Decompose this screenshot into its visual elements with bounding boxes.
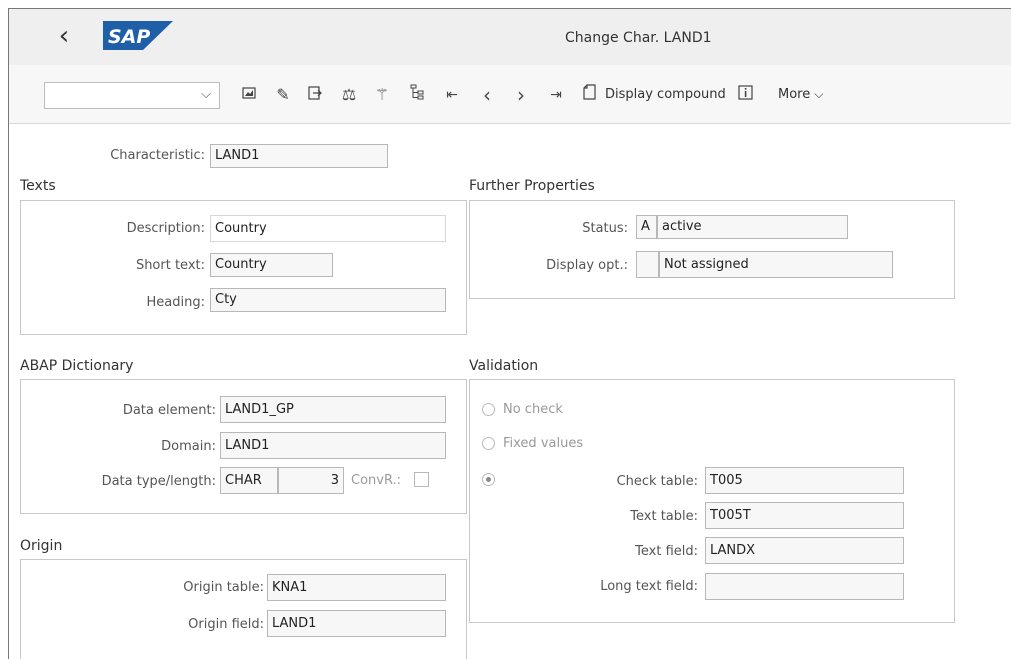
sap-logo: SAP [103, 21, 173, 50]
previous-icon[interactable]: ‹ [476, 84, 498, 106]
data-type-field[interactable]: CHAR [220, 467, 278, 494]
hierarchy-icon[interactable] [406, 84, 428, 106]
chevron-down-icon: ⌵ [201, 87, 211, 102]
length-field[interactable]: 3 [278, 467, 344, 494]
characteristic-label: Characteristic: [110, 148, 205, 163]
command-dropdown[interactable]: ⌵ [44, 82, 220, 109]
check-table-radio[interactable] [482, 473, 495, 486]
info-icon[interactable] [734, 84, 756, 106]
data-type-length-label: Data type/length: [101, 474, 216, 489]
long-text-field-field[interactable] [705, 573, 904, 600]
image-icon[interactable] [238, 84, 260, 106]
heading-label: Heading: [146, 295, 205, 310]
status-code-field[interactable]: A [636, 215, 657, 239]
heading-field[interactable]: Cty [210, 288, 446, 312]
status-label: Status: [582, 221, 628, 236]
no-check-label: No check [503, 402, 563, 417]
export-icon[interactable] [304, 84, 326, 106]
short-text-field[interactable]: Country [210, 253, 333, 277]
convr-label: ConvR.: [351, 473, 402, 488]
fixed-values-label: Fixed values [503, 436, 584, 451]
svg-text:SAP: SAP [108, 26, 150, 48]
origin-heading: Origin [20, 538, 63, 554]
magic-wand-icon[interactable]: ⚚ [371, 84, 393, 106]
origin-table-label: Origin table: [183, 580, 264, 595]
data-element-field[interactable]: LAND1_GP [220, 396, 446, 423]
next-icon[interactable]: › [510, 84, 532, 106]
text-table-field[interactable]: T005T [705, 502, 904, 529]
check-table-field[interactable]: T005 [705, 467, 904, 494]
window-title: Change Char. LAND1 [565, 30, 712, 46]
validation-heading: Validation [469, 358, 539, 374]
further-properties-heading: Further Properties [469, 178, 595, 194]
long-text-field-label: Long text field: [600, 579, 698, 594]
edit-icon[interactable]: ✎ [272, 84, 294, 106]
description-input[interactable]: Country [210, 215, 446, 242]
characteristic-field[interactable]: LAND1 [210, 144, 388, 168]
description-label: Description: [126, 221, 205, 236]
origin-field-field[interactable]: LAND1 [267, 610, 446, 637]
status-text-field[interactable]: active [657, 215, 848, 239]
domain-field[interactable]: LAND1 [220, 432, 446, 459]
chevron-down-icon: ⌵ [814, 87, 824, 101]
last-page-icon[interactable]: ⇥ [545, 84, 567, 106]
no-check-radio[interactable] [482, 403, 495, 416]
check-table-label: Check table: [616, 474, 698, 489]
short-text-label: Short text: [135, 258, 205, 273]
display-opt-label: Display opt.: [546, 258, 628, 273]
domain-label: Domain: [161, 439, 216, 454]
display-opt-text-field[interactable]: Not assigned [659, 251, 893, 278]
origin-table-field[interactable]: KNA1 [267, 574, 446, 601]
document-icon[interactable] [578, 84, 600, 106]
display-compound-button[interactable]: Display compound [605, 87, 726, 102]
data-element-label: Data element: [122, 403, 216, 418]
first-page-icon[interactable]: ⇤ [441, 84, 463, 106]
fixed-values-radio[interactable] [482, 437, 495, 450]
text-field-label: Text field: [635, 544, 698, 559]
abap-dictionary-heading: ABAP Dictionary [20, 358, 134, 374]
more-button[interactable]: More ⌵ [778, 87, 823, 102]
balance-icon[interactable]: ⚖ [338, 84, 360, 106]
convr-checkbox[interactable] [414, 472, 429, 487]
origin-field-label: Origin field: [188, 617, 264, 632]
back-icon[interactable]: ‹ [52, 22, 76, 52]
text-field-field[interactable]: LANDX [705, 537, 904, 564]
texts-heading: Texts [20, 178, 56, 194]
display-opt-code-field[interactable] [636, 251, 659, 278]
text-table-label: Text table: [630, 509, 698, 524]
